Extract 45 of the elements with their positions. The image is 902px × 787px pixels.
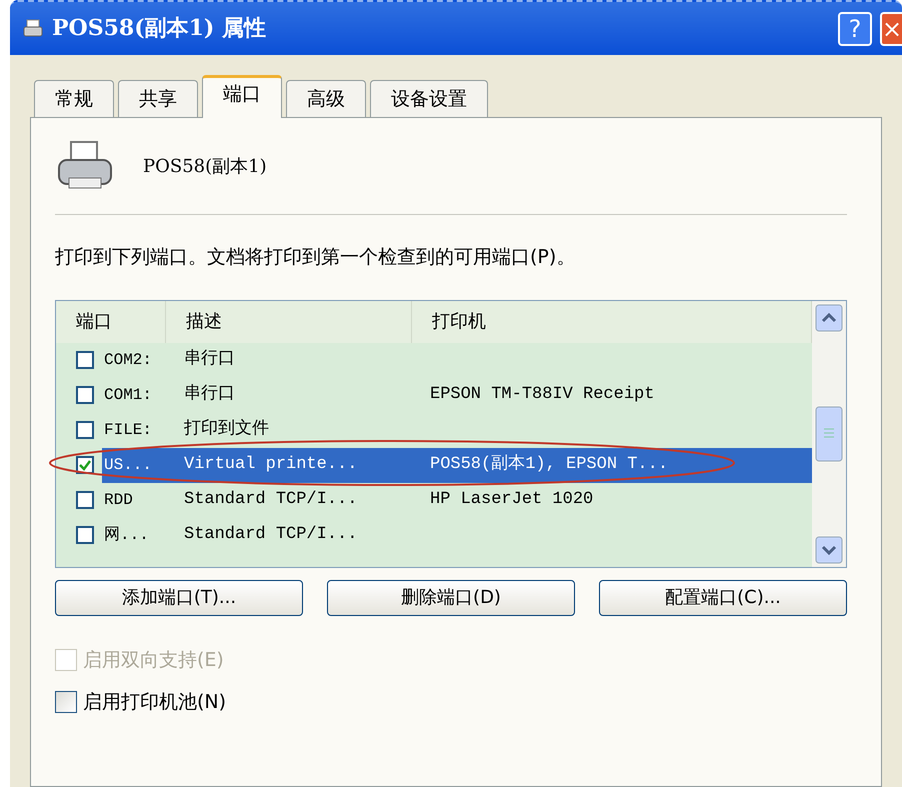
column-header[interactable]: 端口: [56, 300, 166, 342]
checkbox[interactable]: [76, 421, 94, 439]
scroll-down-icon[interactable]: [815, 536, 843, 564]
table-cell-text: 串行口: [183, 348, 236, 372]
table-cell-text: Virtual printe...: [183, 454, 358, 476]
column-header[interactable]: 描述: [166, 300, 412, 342]
printer-icon: [22, 18, 44, 40]
table-cell-text: RDD: [103, 490, 134, 511]
tab[interactable]: 高级: [286, 80, 366, 118]
table-cell-text: Standard TCP/I...: [183, 524, 358, 546]
port-button[interactable]: 添加端口(T)...: [55, 580, 303, 616]
scroll-thumb[interactable]: [815, 406, 843, 462]
option-label: 启用打印机池(N): [83, 690, 226, 715]
table-cell-text: COM1:: [103, 385, 154, 406]
tab[interactable]: 常规: [34, 80, 114, 118]
table-cell-text: 网...: [103, 525, 150, 546]
table-cell-text: POS58(副本1), EPSON T...: [429, 453, 670, 476]
table-cell-text: COM2:: [103, 350, 154, 371]
table-cell-text: EPSON TM-T88IV Receipt: [429, 384, 656, 406]
table-cell-text: Standard TCP/I...: [183, 489, 358, 512]
printer-name: POS58(副本1): [143, 154, 267, 178]
scroll-up-icon[interactable]: [815, 304, 843, 332]
table-cell-text: FILE:: [103, 420, 154, 441]
tab[interactable]: 设备设置: [370, 80, 488, 118]
window-title: POS58(副本1) 属性: [52, 14, 266, 43]
checkbox[interactable]: [76, 491, 94, 509]
table-cell-text: 串行口: [183, 383, 236, 406]
scroll-bar[interactable]: [812, 300, 846, 566]
checkbox[interactable]: [76, 386, 94, 404]
help-button[interactable]: ?: [838, 12, 872, 46]
port-button[interactable]: 删除端口(D): [327, 580, 575, 616]
table-cell-text: US...: [103, 455, 154, 476]
table-cell-text: HP LaserJet 1020: [429, 489, 594, 512]
close-button[interactable]: ×: [880, 12, 902, 46]
port-button[interactable]: 配置端口(C)...: [599, 580, 847, 616]
checkbox[interactable]: [76, 456, 94, 474]
tab[interactable]: 共享: [118, 80, 198, 118]
selected-row[interactable]: US... Virtual printe... POS58(副本1), EPSON T...: [102, 448, 812, 482]
instruction-text: 打印到下列端口。文档将打印到第一个检查到的可用端口(P)。: [55, 245, 576, 270]
checkbox[interactable]: [76, 351, 94, 369]
option-label: 启用双向支持(E): [83, 648, 224, 672]
checkbox[interactable]: [55, 691, 77, 714]
tab[interactable]: 端口: [202, 75, 282, 118]
table-cell-text: 打印到文件: [183, 418, 270, 442]
checkbox[interactable]: [76, 526, 94, 544]
